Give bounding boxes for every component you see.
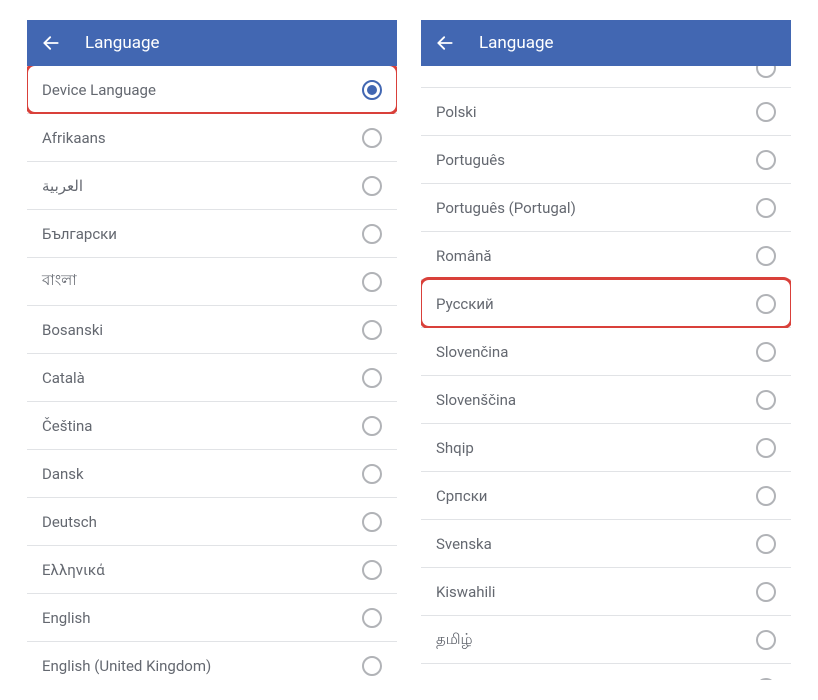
header: Language [421,20,791,66]
radio-icon[interactable] [756,678,776,681]
language-label: Српски [436,487,487,505]
language-option[interactable]: Kiswahili [421,568,791,616]
language-option[interactable]: Svenska [421,520,791,568]
language-option[interactable]: Português [421,136,791,184]
radio-icon[interactable] [756,486,776,506]
language-label: Dansk [42,465,84,483]
language-option[interactable]: Русский [421,280,791,328]
language-label: Kiswahili [436,583,495,601]
language-label: Slovenčina [436,343,508,361]
radio-icon[interactable] [756,630,776,650]
language-option[interactable]: Ελληνικά [27,546,397,594]
language-option[interactable]: Bosanski [27,306,397,354]
radio-icon[interactable] [756,342,776,362]
language-option[interactable]: Afrikaans [27,114,397,162]
radio-icon[interactable] [362,176,382,196]
language-label: Русский [436,295,494,313]
language-label: தமிழ் [436,630,473,650]
radio-icon[interactable] [756,150,776,170]
radio-icon[interactable] [756,390,776,410]
page-title: Language [85,33,160,53]
language-label: తెలుగు [436,677,477,681]
radio-icon[interactable] [362,416,382,436]
radio-icon[interactable] [756,66,776,78]
language-label: English (United Kingdom) [42,657,211,675]
language-option[interactable]: தமிழ் [421,616,791,664]
language-label: Català [42,369,85,387]
radio-icon[interactable] [362,320,382,340]
language-list[interactable]: Nederlands Polski Português Português (Port… [421,66,791,680]
header: Language [27,20,397,66]
language-option[interactable]: తెలుగు [421,664,791,680]
back-arrow-icon[interactable] [41,33,61,53]
radio-icon[interactable] [362,512,382,532]
language-option[interactable]: Български [27,210,397,258]
language-option[interactable]: বাংলা [27,258,397,306]
language-option[interactable]: Device Language [27,66,397,114]
language-label: Ελληνικά [42,561,105,579]
comparison-canvas: Language Device Language Afrikaans العربية… [0,0,818,700]
language-option[interactable]: Polski [421,88,791,136]
language-label: Deutsch [42,513,97,531]
radio-icon[interactable] [756,534,776,554]
language-option[interactable]: Slovenčina [421,328,791,376]
radio-icon[interactable] [756,246,776,266]
language-option[interactable]: Português (Portugal) [421,184,791,232]
language-label: Device Language [42,81,156,99]
language-option[interactable]: Nederlands [421,66,791,88]
language-label: Slovenščina [436,391,516,409]
radio-icon[interactable] [756,438,776,458]
radio-icon[interactable] [756,102,776,122]
language-label: العربية [42,177,83,195]
language-option[interactable]: Dansk [27,450,397,498]
radio-icon[interactable] [362,560,382,580]
language-label: Bosanski [42,321,103,339]
language-label: Afrikaans [42,129,106,147]
radio-icon[interactable] [362,80,382,100]
language-label: Português [436,151,505,169]
radio-icon[interactable] [362,224,382,244]
phone-left: Language Device Language Afrikaans العربية… [27,20,397,680]
language-option[interactable]: Српски [421,472,791,520]
page-title: Language [479,33,554,53]
language-option[interactable]: العربية [27,162,397,210]
radio-icon[interactable] [362,368,382,388]
language-option[interactable]: Shqip [421,424,791,472]
back-arrow-icon[interactable] [435,33,455,53]
language-label: Български [42,225,117,243]
language-option[interactable]: Slovenščina [421,376,791,424]
language-label: Čeština [42,417,92,435]
radio-icon[interactable] [362,128,382,148]
radio-icon[interactable] [756,198,776,218]
language-label: Shqip [436,439,474,457]
language-option[interactable]: Català [27,354,397,402]
language-label: Polski [436,103,477,121]
language-label: Svenska [436,535,492,553]
language-label: বাংলা [42,269,77,294]
language-label: English [42,609,91,627]
language-option[interactable]: Deutsch [27,498,397,546]
language-label: Português (Portugal) [436,199,576,217]
radio-icon[interactable] [362,464,382,484]
language-option[interactable]: Română [421,232,791,280]
language-option[interactable]: Čeština [27,402,397,450]
phone-right: Language Nederlands Polski Português Portug… [421,20,791,680]
language-option[interactable]: English (United Kingdom) [27,642,397,680]
radio-icon[interactable] [362,656,382,676]
language-label: Română [436,247,492,265]
language-label: Nederlands [436,66,512,70]
radio-icon[interactable] [756,582,776,602]
radio-icon[interactable] [362,272,382,292]
language-option[interactable]: English [27,594,397,642]
language-list[interactable]: Device Language Afrikaans العربية Български… [27,66,397,680]
radio-icon[interactable] [756,294,776,314]
radio-icon[interactable] [362,608,382,628]
